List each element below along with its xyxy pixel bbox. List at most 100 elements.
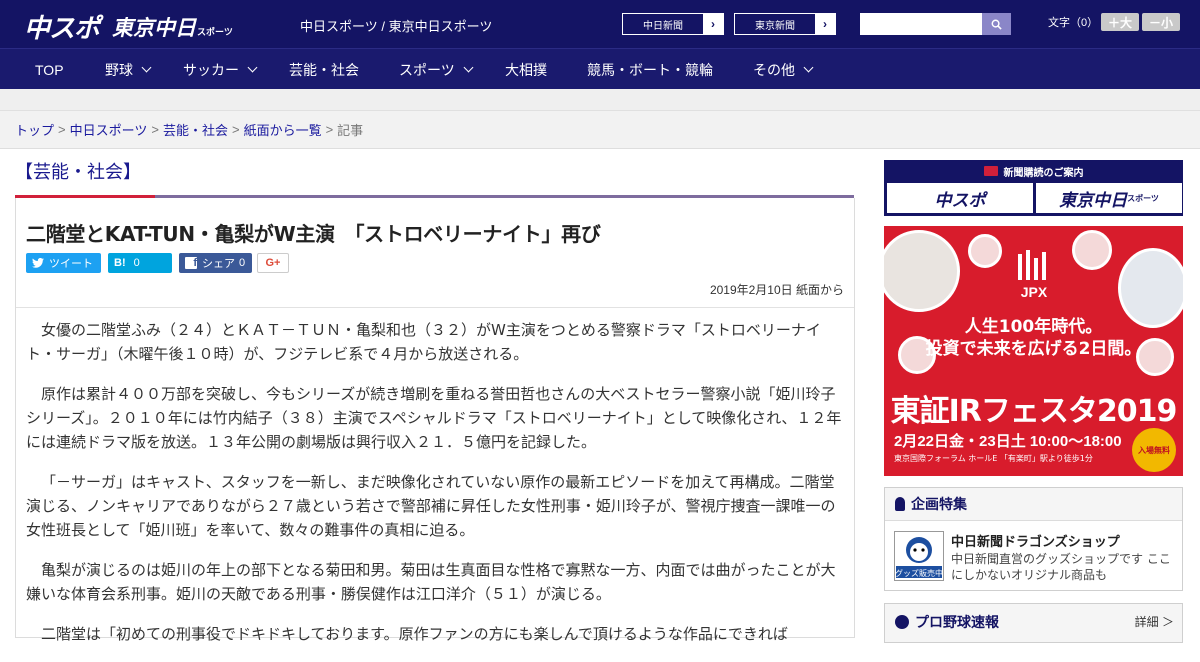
baseball-live-section: プロ野球速報 詳細 ＞: [884, 603, 1183, 643]
ad-photo-elder: [968, 234, 1002, 268]
subscription-banner[interactable]: 新聞購読のご案内 中スポ 東京中日 スポーツ: [884, 160, 1183, 216]
facebook-icon: f: [185, 257, 197, 269]
facebook-share-button[interactable]: f シェア 0: [179, 253, 252, 273]
tokyo-shimbun-label: 東京新聞: [755, 20, 795, 32]
nav-item-label: その他: [753, 61, 795, 78]
nav-item-label: 芸能・社会: [289, 61, 359, 78]
font-size-label: 文字（0）: [1048, 17, 1099, 29]
hatena-count: 0: [133, 257, 140, 269]
article-paragraph: 原作は累計４００万部を突破し、今もシリーズが続き増刷を重ねる誉田哲也さんの大ベス…: [26, 385, 842, 451]
article-paragraph: 二階堂は「初めての刑事役でドキドキしております。原作ファンの方にも楽しんで頂ける…: [41, 625, 788, 643]
breadcrumb-top[interactable]: トップ: [15, 120, 54, 139]
search-icon: [991, 19, 1002, 30]
breadcrumb-separator: >: [58, 122, 66, 137]
breadcrumb-paper-list[interactable]: 紙面から一覧: [244, 120, 322, 139]
baseball-detail-link[interactable]: 詳細 ＞: [1135, 613, 1174, 630]
breadcrumb: トップ > 中日スポーツ > 芸能・社会 > 紙面から一覧 > 記事: [0, 111, 1200, 149]
nav-item-sumo[interactable]: 大相撲: [505, 49, 547, 90]
nav-item-other[interactable]: その他: [753, 49, 814, 90]
feature-heading-text: 企画特集: [911, 497, 967, 513]
top-header: 中スポ 東京中日スポーツ 中日スポーツ / 東京中日スポーツ 中日新聞 › 東京…: [0, 0, 1200, 48]
ad-copy: 人生100年時代。 投資で未来を広げる2日間。: [884, 316, 1183, 360]
tokyo-chunichi-logo[interactable]: 東京中日スポーツ: [112, 12, 233, 42]
baseball-live-heading: プロ野球速報: [895, 612, 999, 632]
site-names: 中日スポーツ / 東京中日スポーツ: [300, 19, 493, 34]
newspaper-icon: [983, 166, 998, 176]
google-plus-icon: G+: [265, 257, 281, 269]
facebook-count: 0: [239, 257, 246, 269]
article-divider: [16, 307, 854, 308]
google-plus-button[interactable]: G+: [257, 253, 289, 273]
tokyo-chunichi-logo-text: 東京中日: [112, 16, 196, 40]
main-nav: TOP 野球 サッカー 芸能・社会 スポーツ 大相撲 競馬・ボート・競輪 その他: [0, 48, 1200, 89]
nav-item-baseball[interactable]: 野球: [105, 49, 152, 90]
breadcrumb-separator: >: [231, 122, 240, 137]
baseball-live-heading-text: プロ野球速報: [915, 615, 999, 631]
breadcrumb-current: 記事: [337, 123, 364, 138]
article-paragraph: 亀梨が演じるのは姫川の年上の部下となる菊田和男。菊田は生真面目な性格で寡黙な一方…: [26, 561, 836, 603]
ad-photo-woman: [884, 230, 960, 312]
chunichi-shimbun-label: 中日新聞: [643, 20, 683, 32]
subscribe-tokyo-chunichi-text: 東京中日: [1059, 190, 1128, 211]
chevron-right-icon: ›: [703, 14, 723, 34]
tokyo-shimbun-link[interactable]: 東京新聞 ›: [734, 13, 836, 35]
search-input[interactable]: [860, 13, 982, 35]
subscription-title-text: 新聞購読のご案内: [1003, 167, 1084, 179]
ad-event-dates: 2月22日金・23日土 10:00～18:00: [894, 433, 1122, 450]
chevron-down-icon: [247, 62, 258, 73]
subscribe-chuspo-button[interactable]: 中スポ: [887, 183, 1033, 213]
nav-item-top[interactable]: TOP: [35, 49, 64, 90]
dragons-shop-description: 中日新聞直営のグッズショップです ここにしかないオリジナル商品も: [951, 552, 1171, 582]
breadcrumb-separator: >: [325, 122, 334, 137]
jpx-logo: JPX: [1016, 248, 1052, 300]
nav-item-entertainment[interactable]: 芸能・社会: [289, 49, 359, 90]
ad-event-venue: 東京国際フォーラム ホールE 「有楽町」駅より徒歩1分: [894, 454, 1093, 463]
dragons-mascot-icon: グッズ販売中: [895, 537, 943, 578]
nav-item-sports[interactable]: スポーツ: [399, 49, 474, 90]
breadcrumb-entertainment[interactable]: 芸能・社会: [163, 120, 228, 139]
dragons-shop-thumbnail[interactable]: グッズ販売中: [894, 531, 944, 581]
article-headline: 二階堂とKAT-TUN・亀梨がW主演 「ストロベリーナイト」再び: [26, 222, 601, 246]
article-date: 2019年2月10日 紙面から: [709, 283, 844, 297]
subscription-title: 新聞購読のご案内: [885, 161, 1182, 181]
chevron-right-icon: ›: [815, 14, 835, 34]
tokyo-chunichi-logo-sub: スポーツ: [197, 28, 233, 38]
ad-free-entry-badge: 入場無料: [1132, 428, 1176, 472]
article: 二階堂とKAT-TUN・亀梨がW主演 「ストロベリーナイト」再び ツイート B!…: [15, 198, 855, 643]
baseball-icon: [895, 615, 909, 629]
chevron-down-icon: [141, 62, 152, 73]
breadcrumb-separator: >: [151, 122, 159, 137]
subscribe-tokyo-chunichi-sub: スポーツ: [1127, 193, 1159, 203]
feature-heading: 企画特集: [885, 488, 1182, 521]
jpx-mark-icon: [1018, 250, 1046, 280]
facebook-share-label: シェア: [202, 258, 235, 270]
chevron-down-icon: [463, 62, 474, 73]
nav-item-soccer[interactable]: サッカー: [183, 49, 258, 90]
ad-photo-family: [1072, 230, 1112, 270]
breadcrumb-chunichi-sports[interactable]: 中日スポーツ: [70, 120, 148, 139]
ir-festa-advertisement[interactable]: JPX 人生100年時代。 投資で未来を広げる2日間。 東証IRフェスタ2019…: [884, 226, 1183, 476]
nav-item-label: 野球: [105, 61, 133, 78]
dragons-shop-title[interactable]: 中日新聞ドラゴンズショップ: [951, 531, 1120, 550]
subscribe-tokyo-chunichi-button[interactable]: 東京中日 スポーツ: [1036, 183, 1182, 213]
chuspo-logo[interactable]: 中スポ: [24, 8, 100, 45]
search-button[interactable]: [982, 13, 1011, 35]
nav-item-label: 競馬・ボート・競輪: [587, 61, 713, 78]
nav-item-label: 大相撲: [505, 61, 547, 78]
nav-item-label: TOP: [35, 61, 64, 78]
tweet-button[interactable]: ツイート: [26, 253, 101, 273]
nav-item-racing[interactable]: 競馬・ボート・競輪: [587, 49, 713, 90]
font-larger-button[interactable]: ＋大: [1101, 13, 1139, 31]
ad-event-name: 東証IRフェスタ2019: [890, 394, 1178, 429]
chunichi-shimbun-link[interactable]: 中日新聞 ›: [622, 13, 724, 35]
hatena-icon: B!: [114, 257, 126, 269]
jpx-text: JPX: [1020, 284, 1048, 300]
ribbon-icon: [895, 497, 905, 511]
dragons-shop-thumb-label: グッズ販売中: [895, 568, 943, 578]
article-paragraph: 「－サーガ」はキャスト、スタッフを一新し、まだ映像化されていない原作の最新エピソ…: [26, 473, 836, 539]
font-smaller-button[interactable]: －小: [1142, 13, 1180, 31]
nav-item-label: サッカー: [183, 61, 239, 78]
hatena-bookmark-button[interactable]: B! 0: [108, 253, 172, 273]
tweet-label: ツイート: [49, 258, 93, 270]
ad-copy-line1: 人生100年時代。: [964, 317, 1103, 337]
